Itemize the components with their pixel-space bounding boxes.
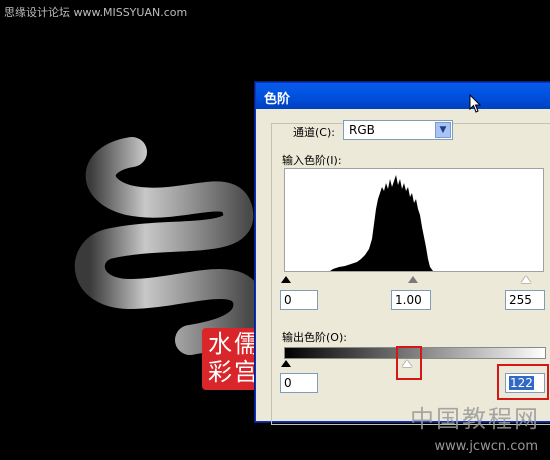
input-black-field[interactable]: 0 — [280, 290, 318, 310]
input-white-field[interactable]: 255 — [505, 290, 545, 310]
highlight-box-field — [497, 364, 549, 400]
dialog-titlebar[interactable]: 色阶 — [256, 83, 550, 109]
dialog-title: 色阶 — [264, 92, 291, 107]
input-white-slider-handle-icon[interactable] — [521, 276, 531, 283]
dropdown-arrow-icon[interactable]: ▼ — [435, 122, 451, 138]
input-levels-label: 输入色阶(I): — [282, 154, 342, 167]
seal-char: 彩 — [208, 358, 232, 386]
output-levels-label: 输出色阶(O): — [282, 331, 347, 344]
input-gamma-slider-handle-icon[interactable] — [408, 276, 418, 283]
channel-select[interactable]: RGB ▼ — [343, 120, 453, 140]
input-gamma-field[interactable]: 1.00 — [391, 290, 431, 310]
watermark-bottom: 中国教程网 — [410, 405, 540, 433]
channel-value: RGB — [349, 123, 375, 137]
output-black-field[interactable]: 0 — [280, 373, 318, 393]
watermark-url: www.jcwcn.com — [434, 439, 538, 454]
histogram — [284, 168, 544, 272]
channel-label: 通道(C): — [293, 126, 335, 139]
output-black-slider-handle-icon[interactable] — [281, 360, 291, 367]
seal-char: 水 — [208, 330, 232, 358]
histogram-graph — [330, 175, 433, 271]
input-black-slider-handle-icon[interactable] — [281, 276, 291, 283]
highlight-box-slider — [396, 346, 422, 380]
mouse-cursor-icon — [469, 94, 482, 113]
